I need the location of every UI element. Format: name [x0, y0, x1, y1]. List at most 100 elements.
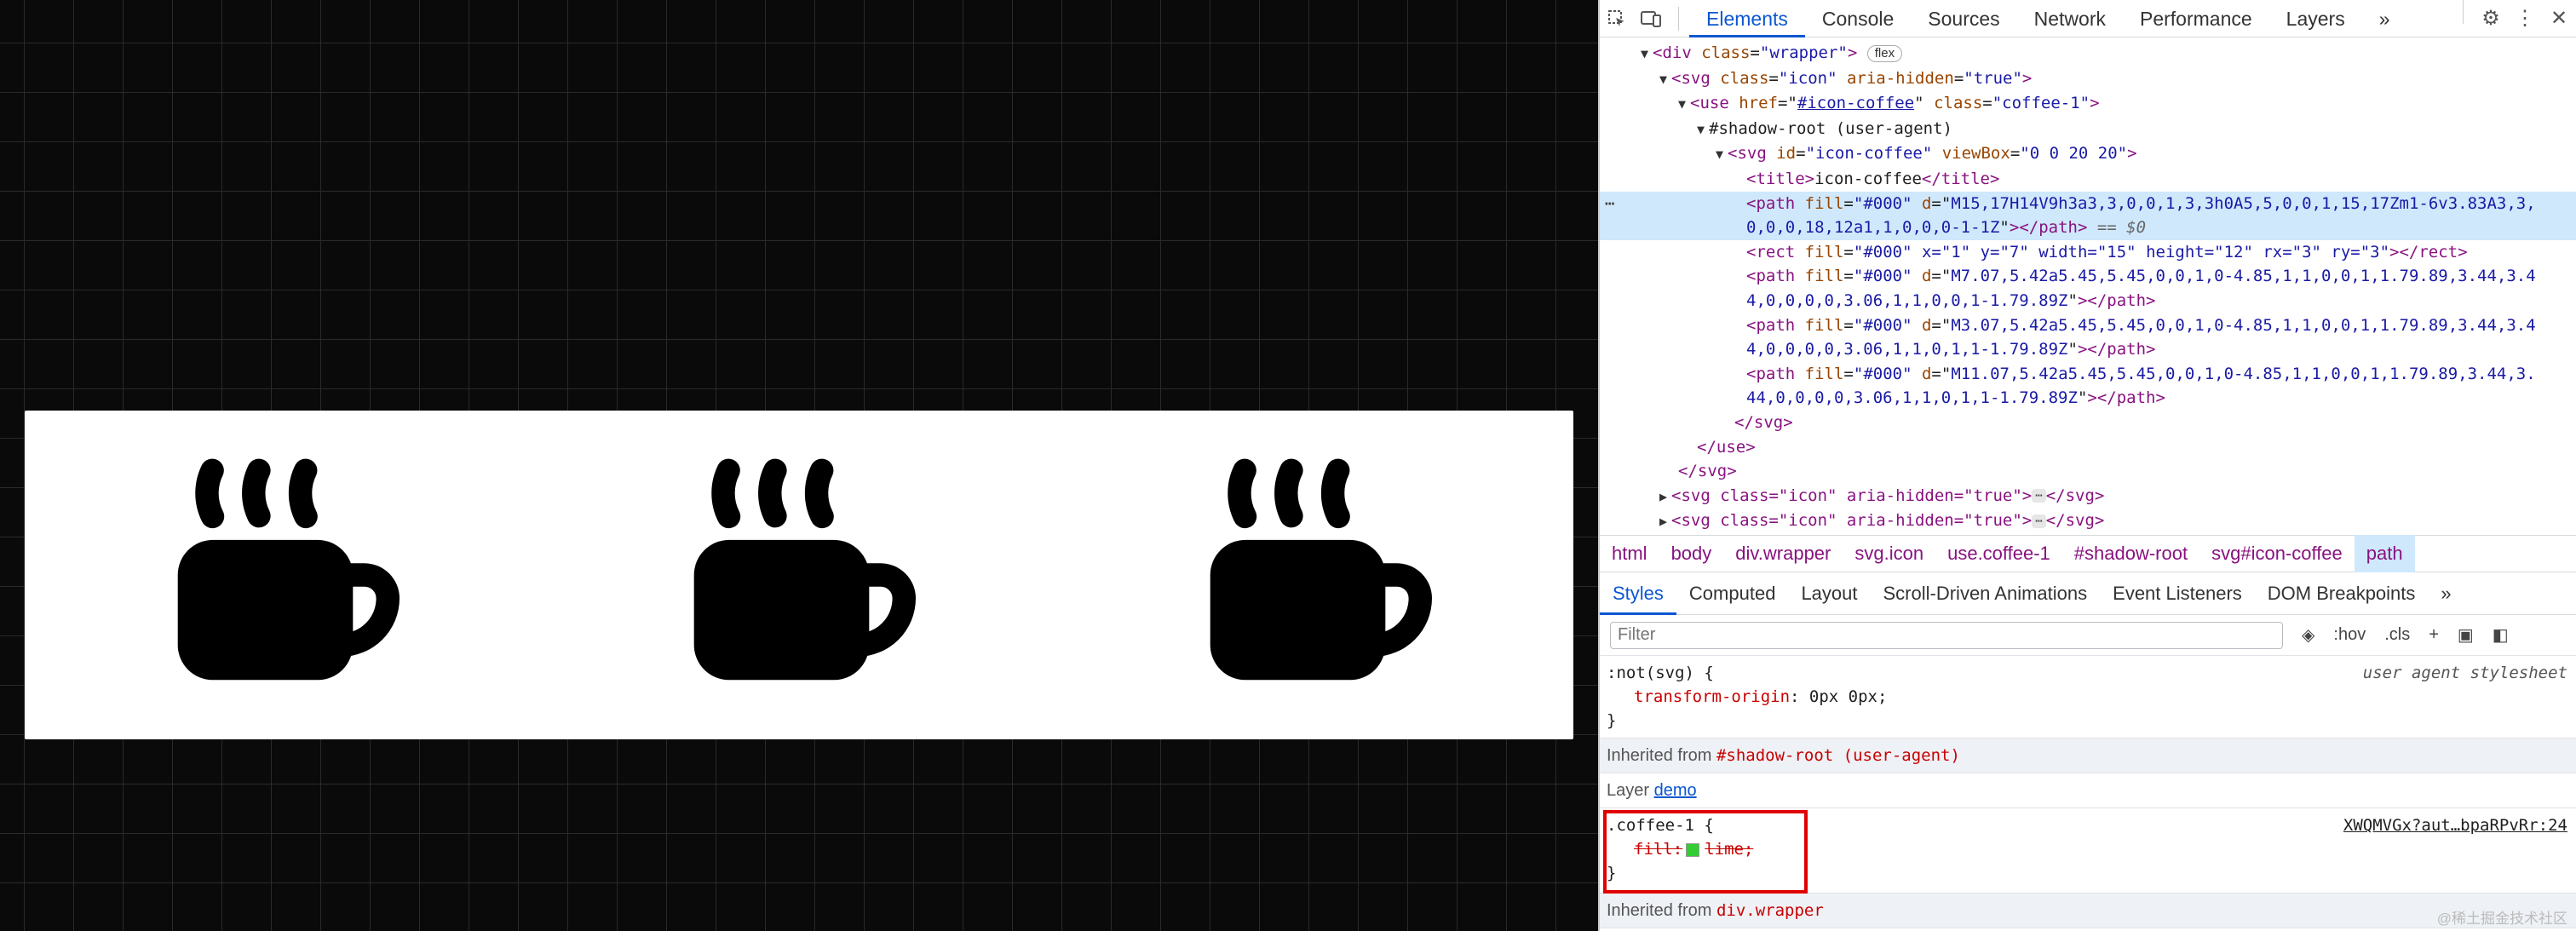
- path-data: M7.07,5.42a5.45,5.45,0,0,1,0-4.85,1,1,0,…: [1951, 267, 2536, 286]
- property-value: 0px 0px;: [1808, 687, 1888, 706]
- expand-triangle-icon[interactable]: ▼: [1659, 67, 1671, 92]
- dom-node-path2-cont: 4,0,0,0,0,3.06,1,1,0,0,1-1.79.89Z"></pat…: [1746, 290, 2156, 310]
- kebab-menu-icon[interactable]: ⋮: [2508, 0, 2542, 37]
- dom-node-svg-collapsed[interactable]: ▶ <svg class="icon" aria-hidden="true"> ⋯ <…: [1600, 484, 2576, 509]
- tag-close: >: [1847, 43, 1858, 62]
- layers-toggle-icon[interactable]: ◈: [2302, 624, 2314, 646]
- inherited-ref[interactable]: div.wrapper: [1716, 901, 1824, 920]
- toolbar-divider: [1678, 6, 1679, 31]
- breadcrumb-html[interactable]: html: [1600, 535, 1659, 572]
- more-tabs-icon[interactable]: »: [2362, 0, 2407, 37]
- tab-styles[interactable]: Styles: [1600, 572, 1676, 615]
- tab-console[interactable]: Console: [1805, 0, 1911, 37]
- demo-stage: [0, 0, 1598, 931]
- dom-node-wrapper[interactable]: ▼ <div class="wrapper"> flex: [1600, 41, 2576, 66]
- layer-link[interactable]: demo: [1654, 781, 1697, 800]
- title-text: icon-coffee: [1814, 169, 1922, 188]
- inherited-header-shadow: Inherited from #shadow-root (user-agent): [1600, 738, 2576, 773]
- dom-node-path4[interactable]: <path fill="#000" d="M11.07,5.42a5.45,5.…: [1600, 362, 2576, 387]
- tab-elements[interactable]: Elements: [1689, 0, 1805, 37]
- rule-source: user agent stylesheet: [2362, 664, 2567, 682]
- tab-network[interactable]: Network: [2017, 0, 2123, 37]
- inspect-element-icon[interactable]: [1600, 0, 1634, 37]
- dom-node-use-close[interactable]: </use>: [1600, 435, 2576, 460]
- tag-open: <title>: [1746, 169, 1815, 188]
- dom-node-path-selected[interactable]: ⋯ <path fill="#000" d="M15,17H14V9h3a3,3…: [1600, 191, 2576, 216]
- tab-computed[interactable]: Computed: [1676, 572, 1789, 615]
- ellipsis-badge[interactable]: ⋯: [2032, 489, 2046, 503]
- flex-badge[interactable]: flex: [1866, 44, 1903, 62]
- tab-layout[interactable]: Layout: [1788, 572, 1870, 615]
- tab-event-listeners[interactable]: Event Listeners: [2100, 572, 2255, 615]
- coffee-style-rule: .coffee-1 { XWQMVGx?aut…bpaRPvRr:24 fill…: [1600, 808, 2576, 894]
- path-data: M11.07,5.42a5.45,5.45,0,0,1,0-4.85,1,1,0…: [1951, 364, 2536, 383]
- dom-node-rect[interactable]: <rect fill="#000" x="1" y="7" width="15"…: [1600, 240, 2576, 265]
- href-link[interactable]: #icon-coffee: [1797, 94, 1914, 112]
- attr-value: "0 0 20 20": [2020, 144, 2128, 164]
- tab-scroll-driven-animations[interactable]: Scroll-Driven Animations: [1871, 572, 2101, 615]
- highlight-annotation-box: [1603, 810, 1808, 894]
- dom-node-svg-icon[interactable]: ▼ <svg class="icon" aria-hidden="true">: [1600, 66, 2576, 92]
- path-data: M3.07,5.42a5.45,5.45,0,0,1,0-4.85,1,1,0,…: [1951, 315, 2536, 335]
- coffee-icon: [1210, 458, 1432, 681]
- tag-close: </svg>: [1734, 412, 1793, 432]
- expand-triangle-icon[interactable]: ▼: [1697, 118, 1709, 142]
- breadcrumb-div-wrapper[interactable]: div.wrapper: [1723, 535, 1843, 572]
- toolbar-divider: [2463, 0, 2464, 24]
- node-actions-icon[interactable]: ⋯: [1605, 192, 1614, 216]
- dom-node-title[interactable]: <title>icon-coffee</title>: [1600, 167, 2576, 192]
- tab-performance[interactable]: Performance: [2123, 0, 2269, 37]
- cls-toggle[interactable]: .cls: [2384, 625, 2410, 645]
- icon-wrapper: [25, 411, 1573, 739]
- dom-node-shadow-root[interactable]: ▼ #shadow-root (user-agent): [1600, 117, 2576, 142]
- tag-open: <use: [1690, 94, 1729, 113]
- collapse-triangle-icon[interactable]: ▶: [1659, 509, 1671, 532]
- dom-node-svg-close[interactable]: </svg>: [1600, 411, 2576, 435]
- styles-filter-input[interactable]: [1610, 621, 2283, 649]
- tag-close: >: [2021, 68, 2033, 88]
- inherited-ref[interactable]: #shadow-root (user-agent): [1716, 746, 1960, 765]
- path-data: 44,0,0,0,0,3.06,1,1,0,1,1-1.79.89Z: [1746, 388, 2078, 408]
- dom-node-svg-close2[interactable]: </svg>: [1600, 459, 2576, 484]
- expand-triangle-icon[interactable]: ▼: [1641, 42, 1653, 66]
- breadcrumb-body[interactable]: body: [1659, 535, 1724, 572]
- new-rule-button[interactable]: +: [2429, 625, 2439, 645]
- tag-close: >: [2090, 94, 2100, 113]
- device-toolbar-icon[interactable]: [1634, 0, 1668, 37]
- breadcrumb-svg-icon[interactable]: svg.icon: [1843, 535, 1935, 572]
- expand-triangle-icon[interactable]: ▼: [1716, 142, 1728, 167]
- sidebar-toggle-icon[interactable]: ◧: [2493, 624, 2509, 646]
- dom-node-path-selected-cont[interactable]: 0,0,0,18,12a1,1,0,0,0-1-1Z"></path> == $…: [1600, 216, 2576, 240]
- breadcrumb-path[interactable]: path: [2354, 535, 2415, 572]
- dom-node-inner-svg[interactable]: ▼ <svg id="icon-coffee" viewBox="0 0 20 2…: [1600, 141, 2576, 167]
- collapse-triangle-icon[interactable]: ▶: [1659, 485, 1671, 509]
- coffee-icon: [177, 458, 400, 681]
- dom-node-path3[interactable]: <path fill="#000" d="M3.07,5.42a5.45,5.4…: [1600, 313, 2576, 338]
- dom-node-use[interactable]: ▼ <use href="#icon-coffee" class="coffee-…: [1600, 91, 2576, 117]
- shadow-root-label: #shadow-root (user-agent): [1709, 118, 1952, 138]
- tab-dom-breakpoints[interactable]: DOM Breakpoints: [2255, 572, 2429, 615]
- expand-triangle-icon[interactable]: ▼: [1678, 92, 1690, 117]
- gear-icon[interactable]: ⚙: [2474, 0, 2508, 37]
- layer-header: Layer demo: [1600, 773, 2576, 808]
- tab-layers[interactable]: Layers: [2269, 0, 2362, 37]
- rule-source-link[interactable]: XWQMVGx?aut…bpaRPvRr:24: [2343, 813, 2567, 837]
- path-data: 0,0,0,18,12a1,1,0,0,0-1-1Z: [1746, 218, 2000, 238]
- tag-open: <div: [1653, 43, 1692, 62]
- tab-sources[interactable]: Sources: [1911, 0, 2016, 37]
- breadcrumb-svg-icon-coffee[interactable]: svg#icon-coffee: [2199, 535, 2355, 572]
- breadcrumb-shadow-root[interactable]: #shadow-root: [2062, 535, 2199, 572]
- more-tabs-icon[interactable]: »: [2428, 572, 2464, 615]
- paint-icon[interactable]: ▣: [2458, 624, 2474, 646]
- attr-value: "true": [1964, 68, 2022, 88]
- collapsed-tag: <svg class="icon" aria-hidden="true">: [1671, 511, 2033, 531]
- close-icon[interactable]: ✕: [2542, 0, 2576, 37]
- style-property[interactable]: transform-origin: 0px 0px;: [1607, 685, 2569, 709]
- dom-node-path2[interactable]: <path fill="#000" d="M7.07,5.42a5.45,5.4…: [1600, 264, 2576, 289]
- tag-open: <svg: [1728, 144, 1767, 164]
- hov-toggle[interactable]: :hov: [2333, 625, 2366, 645]
- ellipsis-badge[interactable]: ⋯: [2032, 514, 2046, 528]
- dom-node-svg-collapsed[interactable]: ▶ <svg class="icon" aria-hidden="true"> ⋯ <…: [1600, 509, 2576, 532]
- path-data: M15,17H14V9h3a3,3,0,0,1,3,3h0A5,5,0,0,1,…: [1951, 193, 2536, 213]
- breadcrumb-use[interactable]: use.coffee-1: [1935, 535, 2062, 572]
